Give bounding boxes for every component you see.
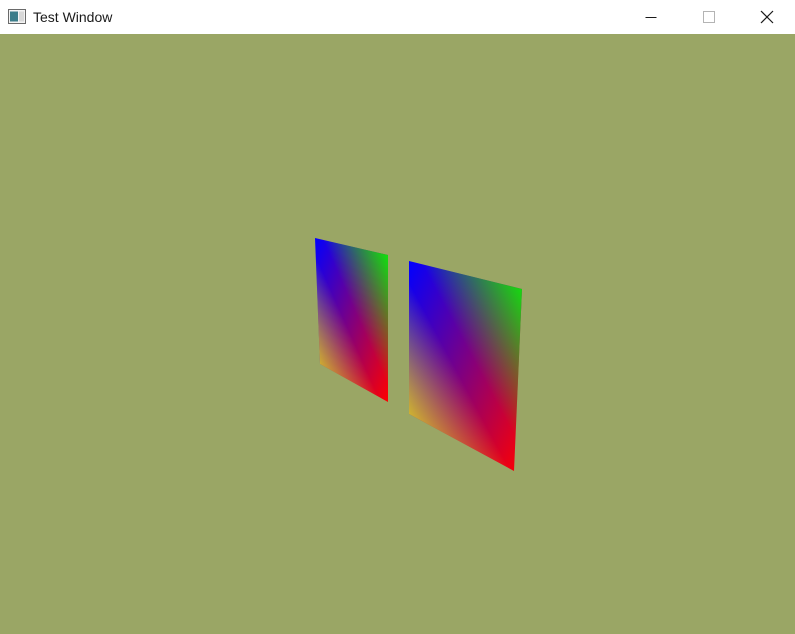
window-title: Test Window	[33, 9, 113, 25]
close-button[interactable]	[744, 0, 790, 34]
minimize-icon	[645, 17, 657, 18]
title-bar[interactable]: Test Window	[0, 0, 795, 34]
right-quad	[409, 261, 522, 471]
left-quad	[315, 238, 388, 402]
maximize-icon	[703, 11, 715, 23]
close-icon	[760, 10, 774, 24]
minimize-button[interactable]	[628, 0, 674, 34]
app-window-icon	[8, 9, 26, 24]
scene-canvas	[315, 238, 522, 471]
render-viewport[interactable]	[0, 34, 795, 634]
maximize-button[interactable]	[686, 0, 732, 34]
app-window: Test Window	[0, 0, 795, 634]
